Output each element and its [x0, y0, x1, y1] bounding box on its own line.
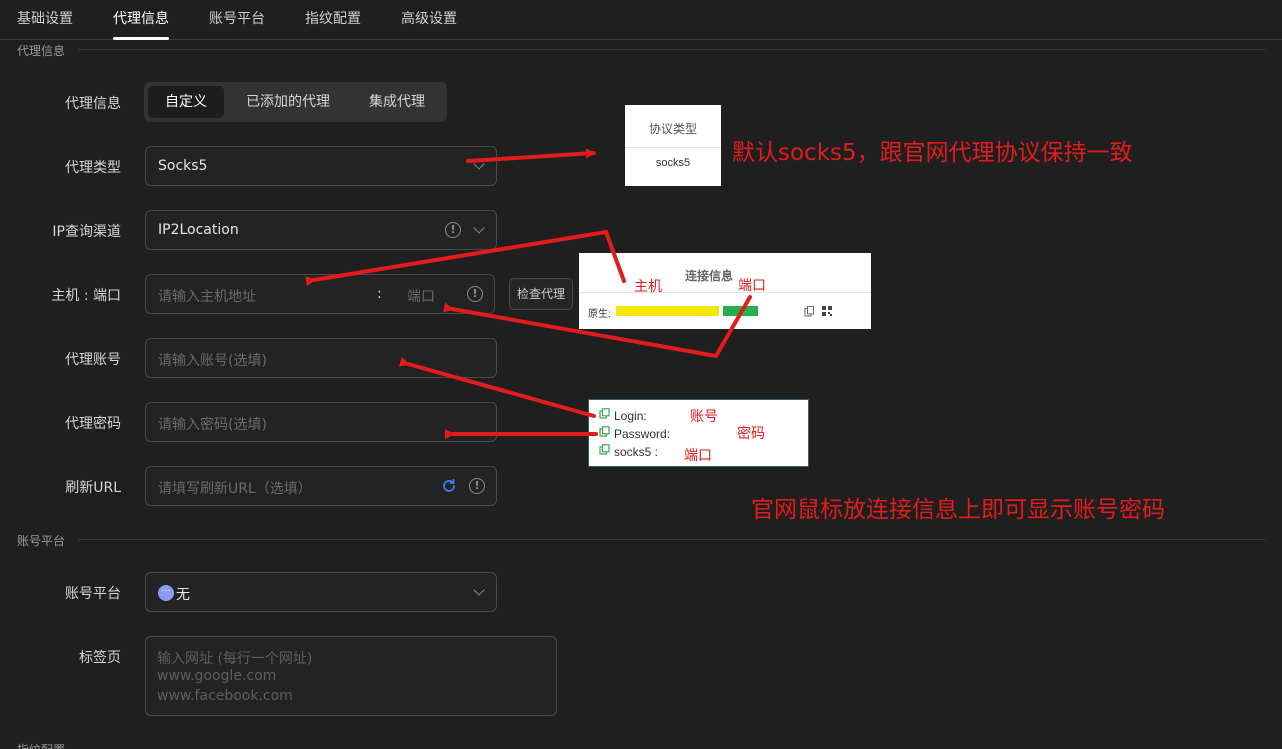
annotation-account: 账号: [690, 409, 718, 425]
annotation-arrows: [305, 148, 752, 439]
arrow-to-proxy-type: [466, 148, 596, 163]
annotation-port: 端口: [684, 448, 712, 464]
annotation-port: 端口: [738, 278, 766, 294]
arrow-to-account: [398, 357, 596, 418]
annotation-password: 密码: [737, 426, 765, 442]
arrow-to-port: [443, 295, 752, 359]
annotation-host: 主机: [634, 279, 662, 295]
annotation-default-socks5: 默认socks5，跟官网代理协议保持一致: [732, 140, 1133, 166]
arrow-to-host: [305, 229, 626, 287]
annotation-hover-note: 官网鼠标放连接信息上即可显示账号密码: [751, 497, 1165, 523]
